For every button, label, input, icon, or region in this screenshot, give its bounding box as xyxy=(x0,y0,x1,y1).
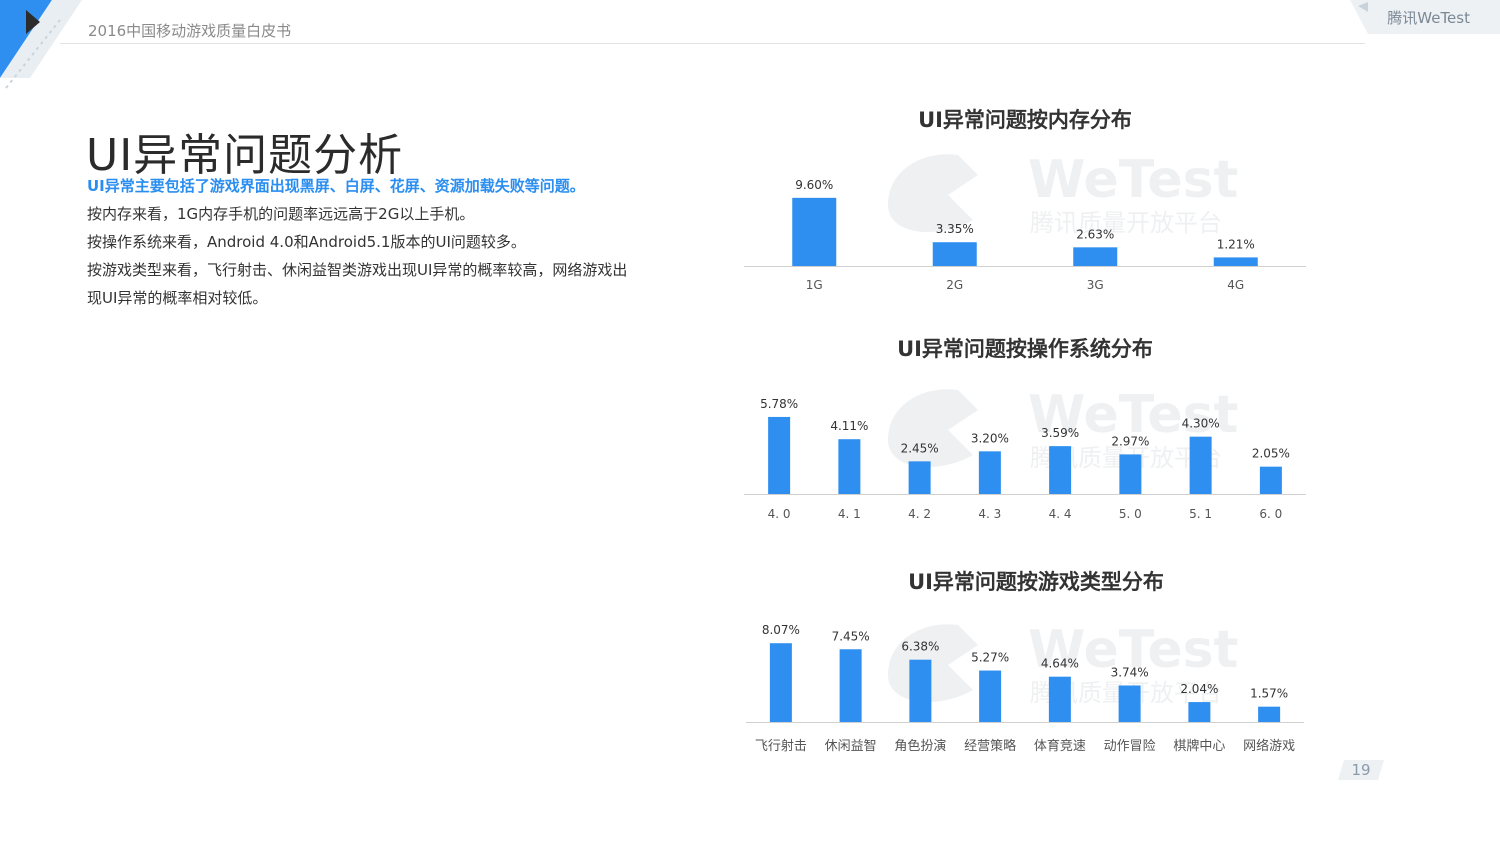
bar xyxy=(768,416,791,494)
bar xyxy=(838,439,861,494)
tick-label: 体育竞速 xyxy=(1034,738,1086,754)
data-label: 7.45% xyxy=(832,629,870,643)
data-label: 9.60% xyxy=(795,178,833,192)
data-label: 3.35% xyxy=(936,222,974,236)
data-label: 4.11% xyxy=(830,419,868,433)
tick-label: 休闲益智 xyxy=(825,739,877,754)
tick-label: 5. 0 xyxy=(1119,507,1142,521)
bar xyxy=(1073,247,1118,266)
data-label: 2.97% xyxy=(1111,434,1149,448)
bar xyxy=(1258,706,1281,722)
bar xyxy=(1259,466,1282,494)
data-label: 2.05% xyxy=(1252,447,1290,461)
data-label: 8.07% xyxy=(762,623,800,637)
tick-label: 6. 0 xyxy=(1259,507,1282,521)
bar xyxy=(1118,685,1141,722)
bar xyxy=(1048,676,1071,722)
tick-label: 4. 3 xyxy=(978,507,1001,521)
data-label: 2.04% xyxy=(1180,682,1218,696)
bar xyxy=(932,242,977,266)
tick-label: 网络游戏 xyxy=(1243,738,1295,754)
data-label: 1.21% xyxy=(1217,237,1255,251)
tick-label: 2G xyxy=(946,278,963,292)
tick-label: 4G xyxy=(1227,278,1244,292)
tick-label: 飞行射击 xyxy=(755,738,807,754)
tick-label: 4. 1 xyxy=(838,507,861,521)
bar xyxy=(792,197,837,266)
data-label: 1.57% xyxy=(1250,687,1288,701)
data-label: 6.38% xyxy=(901,640,939,654)
tick-label: 经营策略 xyxy=(964,738,1016,754)
tick-label: 3G xyxy=(1087,278,1104,292)
bar xyxy=(1188,702,1211,722)
tick-label: 棋牌中心 xyxy=(1173,738,1225,754)
bar xyxy=(1189,436,1212,494)
bar xyxy=(1049,446,1072,494)
data-label: 5.78% xyxy=(760,397,798,411)
data-label: 3.74% xyxy=(1111,665,1149,679)
page-number-badge: 19 xyxy=(1338,760,1384,780)
data-label: 4.64% xyxy=(1041,657,1079,671)
data-label: 2.45% xyxy=(901,441,939,455)
bar xyxy=(769,643,792,722)
bar xyxy=(1213,257,1258,266)
tick-label: 4. 2 xyxy=(908,507,931,521)
data-label: 5.27% xyxy=(971,651,1009,665)
tick-label: 4. 0 xyxy=(768,507,791,521)
data-label: 3.20% xyxy=(971,431,1009,445)
bar-charts: 9.60% 1G 3.35% 2G 2.63% 3G 1.21% 4G 5.78% 4. 0 4.1… xyxy=(744,178,1306,754)
tick-label: 1G xyxy=(806,278,823,292)
page-number: 19 xyxy=(1351,761,1371,779)
bar xyxy=(1119,454,1142,494)
tick-label: 动作冒险 xyxy=(1104,739,1156,754)
tick-label: 4. 4 xyxy=(1049,507,1072,521)
bar xyxy=(909,659,932,722)
data-label: 2.63% xyxy=(1076,227,1114,241)
bar xyxy=(908,461,931,494)
tick-label: 5. 1 xyxy=(1189,507,1212,521)
bar xyxy=(978,451,1001,494)
tick-label: 角色扮演 xyxy=(894,738,946,754)
bar xyxy=(839,649,862,722)
data-label: 3.59% xyxy=(1041,426,1079,440)
data-label: 4.30% xyxy=(1182,417,1220,431)
bar xyxy=(979,670,1002,722)
